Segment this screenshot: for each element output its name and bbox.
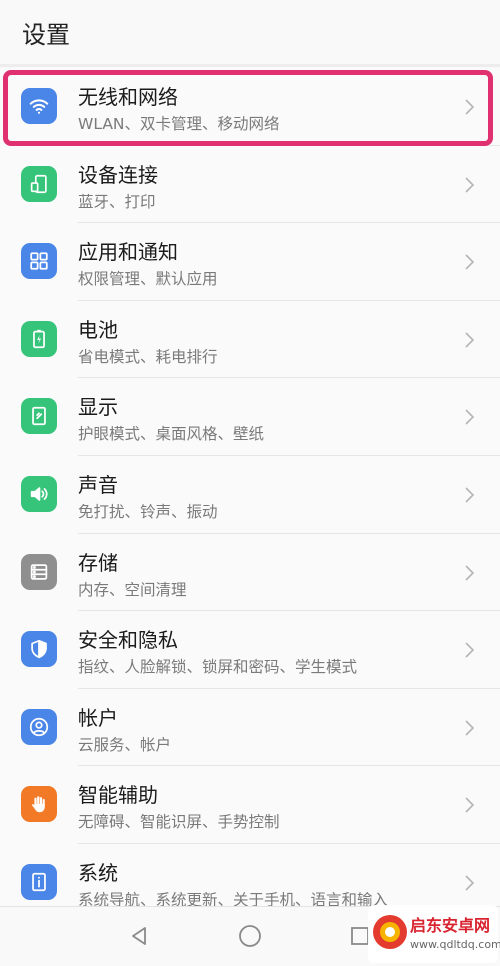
chevron-right-icon	[465, 797, 475, 813]
settings-item-label: 电池	[78, 317, 118, 342]
settings-item-label: 智能辅助	[78, 783, 158, 808]
chevron-right-icon	[465, 875, 475, 891]
settings-item-storage[interactable]: 存储 内存、空间清理	[0, 533, 500, 612]
chevron-right-icon	[465, 254, 475, 270]
storage-icon	[21, 553, 57, 590]
chevron-right-icon	[465, 720, 475, 736]
settings-item-subtitle: 免打扰、铃声、振动	[78, 502, 218, 521]
header-divider	[0, 64, 500, 67]
settings-item-subtitle: 内存、空间清理	[78, 580, 187, 599]
watermark-url: www.qdltdq.com	[410, 938, 500, 951]
settings-item-subtitle: 无障碍、智能识屏、手势控制	[78, 813, 280, 832]
header: 设置	[0, 0, 500, 62]
settings-item-subtitle: 云服务、帐户	[78, 735, 172, 754]
settings-item-smart-assistance[interactable]: 智能辅助 无障碍、智能识屏、手势控制	[0, 766, 500, 844]
settings-item-label: 存储	[78, 550, 118, 575]
watermark: 启东安卓网 www.qdltdq.com	[368, 905, 500, 963]
settings-item-subtitle: 护眼模式、桌面风格、壁纸	[78, 425, 265, 444]
settings-item-subtitle: 蓝牙、打印	[78, 192, 156, 211]
settings-item-label: 系统	[78, 860, 118, 885]
chevron-right-icon	[465, 177, 475, 193]
settings-item-apps-notifications[interactable]: 应用和通知 权限管理、默认应用	[0, 223, 500, 301]
settings-item-label: 应用和通知	[78, 240, 178, 265]
display-icon	[21, 398, 57, 435]
battery-icon	[21, 320, 57, 357]
settings-item-label: 声音	[78, 472, 118, 497]
settings-item-security-privacy[interactable]: 安全和隐私 指纹、人脸解锁、锁屏和密码、学生模式	[0, 611, 500, 689]
apps-grid-icon	[21, 243, 57, 280]
watermark-logo-icon	[373, 915, 407, 949]
back-triangle-icon	[132, 927, 146, 945]
settings-item-label: 设备连接	[78, 162, 158, 187]
settings-item-subtitle: 权限管理、默认应用	[78, 270, 218, 289]
settings-item-label: 安全和隐私	[78, 628, 178, 653]
highlight-box	[3, 70, 493, 146]
home-circle-icon	[239, 925, 261, 947]
settings-item-battery[interactable]: 电池 省电模式、耗电排行	[0, 300, 500, 379]
settings-item-subtitle: 省电模式、耗电排行	[78, 347, 218, 366]
account-icon	[21, 708, 57, 745]
device-connection-icon	[21, 165, 57, 202]
chevron-right-icon	[465, 564, 475, 581]
page-title: 设置	[22, 21, 70, 49]
chevron-right-icon	[465, 487, 475, 503]
speaker-icon	[21, 475, 57, 512]
settings-item-subtitle: 指纹、人脸解锁、锁屏和密码、学生模式	[78, 658, 358, 677]
settings-item-display[interactable]: 显示 护眼模式、桌面风格、壁纸	[0, 378, 500, 456]
chevron-right-icon	[465, 332, 475, 348]
settings-item-sound[interactable]: 声音 免打扰、铃声、振动	[0, 455, 500, 534]
back-button[interactable]	[124, 920, 156, 952]
chevron-right-icon	[465, 409, 475, 425]
hand-icon	[21, 786, 57, 823]
settings-list: 无线和网络 WLAN、双卡管理、移动网络 设备连接 蓝牙、打印 应用和通知 权限…	[0, 68, 500, 922]
settings-item-account[interactable]: 帐户 云服务、帐户	[0, 688, 500, 767]
settings-item-label: 显示	[78, 395, 118, 420]
settings-item-device-connection[interactable]: 设备连接 蓝牙、打印	[0, 145, 500, 224]
settings-item-label: 帐户	[78, 705, 118, 730]
home-button[interactable]	[234, 920, 266, 952]
shield-icon	[21, 631, 57, 668]
system-info-icon	[21, 863, 57, 900]
chevron-right-icon	[465, 642, 475, 658]
watermark-title: 启东安卓网	[410, 916, 491, 935]
